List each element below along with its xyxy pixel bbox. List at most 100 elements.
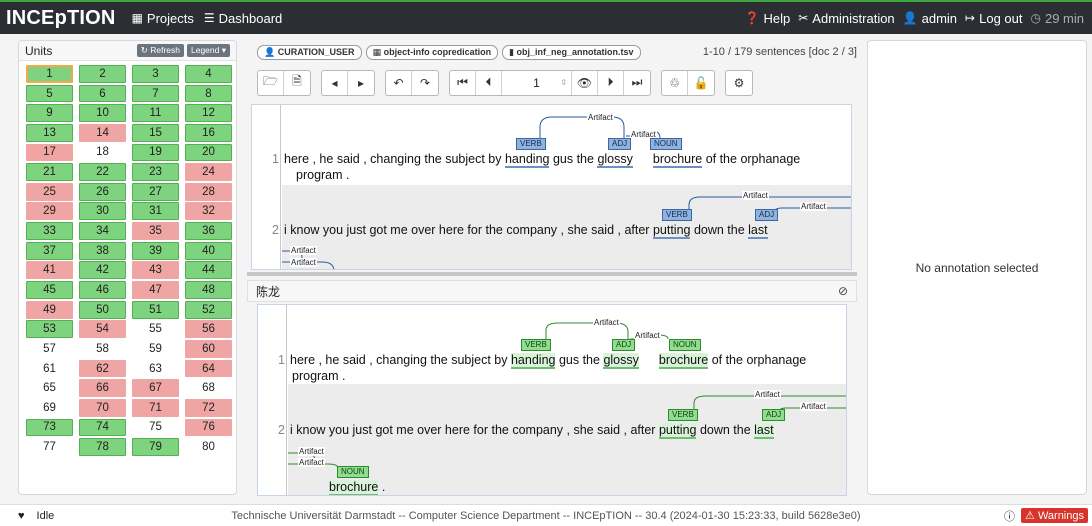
brand-logo[interactable]: INCEpTION (6, 7, 116, 30)
annotation-label-adj[interactable]: ADJ (612, 339, 636, 351)
unit-cell[interactable]: 46 (79, 281, 126, 299)
redo-button[interactable]: ↷ (412, 71, 438, 95)
unit-cell[interactable]: 69 (26, 399, 73, 417)
refresh-button[interactable]: ↻ Refresh (136, 44, 184, 57)
unit-cell[interactable]: 30 (79, 202, 126, 221)
unit-cell[interactable]: 44 (185, 261, 232, 280)
nav-user[interactable]: 👤 admin (903, 11, 957, 26)
relation-label[interactable]: Artifact (298, 458, 325, 467)
unit-cell[interactable]: 11 (132, 104, 179, 123)
unit-cell[interactable]: 42 (79, 261, 126, 280)
unit-cell[interactable]: 31 (132, 202, 179, 221)
legend-button[interactable]: Legend ▾ (186, 44, 230, 57)
first-page-button[interactable]: ⏮ (450, 70, 476, 95)
unit-cell[interactable]: 55 (132, 320, 179, 338)
unit-cell[interactable]: 70 (79, 398, 126, 417)
unit-cell[interactable]: 71 (132, 398, 179, 417)
unit-cell[interactable]: 13 (26, 123, 73, 142)
unit-cell[interactable]: 34 (79, 222, 126, 240)
unit-cell[interactable]: 78 (79, 438, 126, 457)
unit-cell[interactable]: 53 (26, 320, 73, 339)
relation-label[interactable]: Artifact (290, 258, 317, 267)
unit-cell[interactable]: 26 (79, 182, 126, 201)
unit-cell[interactable]: 16 (185, 123, 232, 142)
unit-cell[interactable]: 59 (132, 340, 179, 358)
unit-cell[interactable]: 39 (132, 241, 179, 260)
check-circle-icon[interactable]: ⊘ (838, 284, 848, 298)
annotation-label-verb[interactable]: VERB (668, 409, 698, 421)
unit-cell[interactable]: 62 (79, 359, 126, 378)
unit-cell[interactable]: 49 (26, 300, 73, 319)
unit-cell[interactable]: 36 (185, 222, 232, 240)
unit-cell[interactable]: 33 (26, 222, 73, 240)
unit-cell[interactable]: 27 (132, 182, 179, 201)
last-page-button[interactable]: ⏭ (624, 71, 650, 95)
settings-button[interactable]: ⚙ (726, 71, 752, 95)
unit-cell[interactable]: 58 (79, 340, 126, 358)
unit-cell[interactable]: 23 (132, 163, 179, 182)
unit-cell[interactable]: 43 (132, 261, 179, 280)
nav-projects[interactable]: ▦ Projects (132, 11, 194, 26)
unit-cell[interactable]: 68 (185, 379, 232, 397)
annotation-label-noun[interactable]: NOUN (650, 138, 682, 150)
unit-cell[interactable]: 15 (132, 123, 179, 142)
curation-editor[interactable]: Artifact Artifact VERB ADJ NOUN 1 here ,… (251, 104, 852, 270)
token-glossy[interactable]: glossy (597, 152, 633, 168)
unit-cell[interactable]: 41 (26, 261, 73, 280)
token-brochure[interactable]: brochure (658, 353, 709, 369)
unit-cell[interactable]: 28 (185, 182, 232, 201)
unit-cell[interactable]: 37 (26, 241, 73, 260)
annotation-label-verb[interactable]: VERB (662, 209, 692, 221)
nav-help[interactable]: ❓ Help (745, 11, 791, 26)
project-pill[interactable]: ▦ object-info copredication (365, 44, 499, 60)
spinner-icon[interactable]: ⇳ (560, 78, 567, 87)
user-pill[interactable]: 👤 CURATION_USER (257, 44, 362, 60)
unit-cell[interactable]: 57 (26, 340, 73, 358)
unit-cell[interactable]: 18 (79, 144, 126, 162)
annotator-editor[interactable]: Artifact Artifact VERB ADJ NOUN 1 here ,… (257, 304, 847, 496)
unit-cell[interactable]: 72 (185, 398, 232, 417)
next-page-button[interactable]: ⏵ (598, 70, 624, 95)
unit-cell[interactable]: 50 (79, 300, 126, 319)
annotation-label-noun[interactable]: NOUN (337, 466, 369, 478)
token-last[interactable]: last (754, 423, 774, 439)
relation-label[interactable]: Artifact (290, 246, 317, 255)
unit-cell[interactable]: 21 (26, 163, 73, 182)
token-brochure[interactable]: brochure (652, 152, 703, 168)
unit-cell[interactable]: 80 (185, 438, 232, 456)
prev-document-button[interactable]: ◂ (322, 70, 348, 95)
unit-cell[interactable]: 17 (26, 143, 73, 162)
unit-cell[interactable]: 38 (79, 241, 126, 260)
token-putting[interactable]: putting (652, 223, 691, 239)
nav-logout[interactable]: ↦ Log out (965, 11, 1022, 26)
annotation-label-verb[interactable]: VERB (516, 138, 546, 150)
export-button[interactable]: 🗎 (284, 71, 310, 95)
unit-cell[interactable]: 52 (185, 300, 232, 319)
warnings-button[interactable]: ⚠ Warnings (1021, 508, 1088, 523)
relation-label[interactable]: Artifact (298, 447, 325, 456)
unit-cell[interactable]: 73 (26, 418, 73, 437)
unit-cell[interactable]: 6 (79, 84, 126, 103)
relation-label[interactable]: Artifact (754, 390, 781, 399)
unit-cell[interactable]: 7 (132, 84, 179, 103)
unit-cell[interactable]: 51 (132, 300, 179, 319)
unit-cell[interactable]: 54 (79, 320, 126, 339)
unit-cell[interactable]: 32 (185, 202, 232, 221)
nav-dashboard[interactable]: ☰ Dashboard (204, 11, 282, 26)
annotation-label-noun[interactable]: NOUN (669, 339, 701, 351)
page-number-input[interactable]: 1 ⇳ (502, 70, 572, 95)
recycle-button[interactable]: ♲ (662, 70, 688, 95)
unit-cell[interactable]: 35 (132, 222, 179, 240)
unit-cell[interactable]: 25 (26, 182, 73, 201)
undo-button[interactable]: ↶ (386, 70, 412, 95)
annotation-label-adj[interactable]: ADJ (755, 209, 779, 221)
unit-cell[interactable]: 48 (185, 281, 232, 299)
token-handing[interactable]: handing (510, 353, 556, 369)
unit-cell[interactable]: 8 (185, 84, 232, 103)
unit-cell[interactable]: 56 (185, 320, 232, 339)
annotation-label-adj[interactable]: ADJ (762, 409, 786, 421)
unit-cell[interactable]: 12 (185, 104, 232, 123)
unit-cell[interactable]: 3 (132, 65, 179, 83)
unit-cell[interactable]: 79 (132, 438, 179, 457)
unit-cell[interactable]: 47 (132, 281, 179, 299)
